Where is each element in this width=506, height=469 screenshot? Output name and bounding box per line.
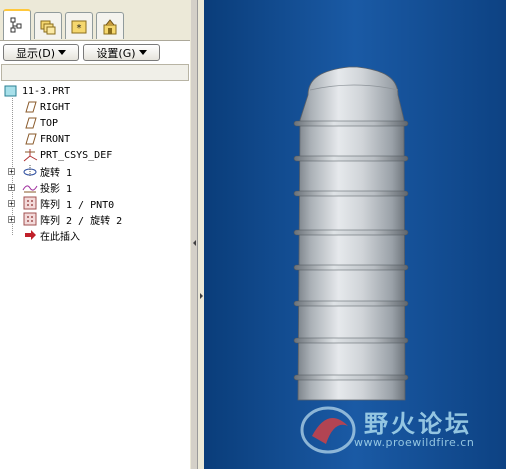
settings-dropdown-button[interactable]: 设置(G) xyxy=(83,44,160,61)
model-ring xyxy=(293,300,409,307)
datum-plane-icon xyxy=(25,133,37,145)
datum-plane-icon xyxy=(25,117,37,129)
show-button-label: 显示(D) xyxy=(15,46,56,60)
tree-item-pattern-2[interactable]: 阵列 2 / 旋转 2 xyxy=(22,211,122,227)
projection-icon xyxy=(22,185,38,193)
navigator-panel: * 显示(D) 设置(G) 11-3.PRT RIGHT TOP FRONT P… xyxy=(0,0,190,469)
connections-icon xyxy=(103,19,117,35)
tree-item-label: 投影 1 xyxy=(40,183,73,195)
tree-item-projection-1[interactable]: 投影 1 xyxy=(22,179,72,195)
expand-toggle[interactable]: + xyxy=(8,216,15,224)
tree-item-label: 在此插入 xyxy=(40,231,80,243)
insert-here-arrow-icon xyxy=(25,230,36,240)
expand-toggle[interactable]: + xyxy=(8,168,15,176)
settings-button-label: 设置(G) xyxy=(96,46,136,60)
chevron-down-icon xyxy=(138,50,147,55)
pattern-icon xyxy=(23,212,37,226)
collapse-left-arrow-icon[interactable] xyxy=(193,240,196,246)
tree-item-label: 阵列 1 / PNT0 xyxy=(40,199,115,211)
watermark-title: 野火论坛 xyxy=(364,410,472,438)
tree-item-insert-here[interactable]: 在此插入 xyxy=(22,227,80,243)
tab-connections[interactable] xyxy=(96,12,124,39)
tree-column-header xyxy=(1,64,189,81)
tree-item-label: FRONT xyxy=(40,133,71,145)
navigator-scrollbar[interactable] xyxy=(191,0,198,469)
tree-item-right[interactable]: RIGHT xyxy=(22,99,70,115)
part-icon xyxy=(4,85,17,97)
tab-model-tree[interactable] xyxy=(3,9,31,40)
model-ring xyxy=(293,264,409,271)
model-ring xyxy=(293,120,409,127)
folder-browser-icon xyxy=(40,20,56,35)
tab-favorites[interactable]: * xyxy=(65,12,93,39)
model-ring xyxy=(293,374,409,381)
tree-item-top[interactable]: TOP xyxy=(22,115,58,131)
expand-toggle[interactable]: + xyxy=(8,184,15,192)
coordinate-system-icon xyxy=(23,149,38,162)
model-ring xyxy=(293,155,409,162)
model-ring xyxy=(293,229,409,236)
expand-toggle[interactable]: + xyxy=(8,200,15,208)
tree-item-label: 11-3.PRT xyxy=(22,85,71,97)
navigator-button-row: 显示(D) 设置(G) xyxy=(0,41,190,63)
revolve-icon xyxy=(23,165,37,177)
expand-right-arrow-icon[interactable] xyxy=(200,293,203,299)
graphics-window[interactable]: 野火论坛 www.proewildfire.cn xyxy=(204,0,506,469)
chevron-down-icon xyxy=(58,50,67,55)
show-dropdown-button[interactable]: 显示(D) xyxy=(3,44,79,61)
favorites-icon: * xyxy=(71,20,87,34)
model-ring xyxy=(293,190,409,197)
model-tree-icon xyxy=(10,17,22,33)
watermark-url: www.proewildfire.cn xyxy=(354,436,475,449)
tree-item-label: RIGHT xyxy=(40,101,71,113)
datum-plane-icon xyxy=(25,101,37,113)
navigator-tab-bar: * xyxy=(0,0,190,41)
pattern-icon xyxy=(23,196,37,210)
tab-folder-browser[interactable] xyxy=(34,12,62,39)
tree-item-csys[interactable]: PRT_CSYS_DEF xyxy=(22,147,112,163)
model-ring xyxy=(293,337,409,344)
tree-item-label: PRT_CSYS_DEF xyxy=(40,149,113,161)
tree-item-label: 阵列 2 / 旋转 2 xyxy=(40,215,123,227)
tree-item-part[interactable]: 11-3.PRT xyxy=(4,83,70,99)
svg-text:*: * xyxy=(77,23,82,34)
tree-item-revolve-1[interactable]: 旋转 1 xyxy=(22,163,72,179)
tree-item-front[interactable]: FRONT xyxy=(22,131,70,147)
tree-item-label: 旋转 1 xyxy=(40,167,73,179)
tree-item-label: TOP xyxy=(40,117,59,129)
tree-item-pattern-1[interactable]: 阵列 1 / PNT0 xyxy=(22,195,114,211)
model-tree: 11-3.PRT RIGHT TOP FRONT PRT_CSYS_DEF + … xyxy=(0,82,190,469)
